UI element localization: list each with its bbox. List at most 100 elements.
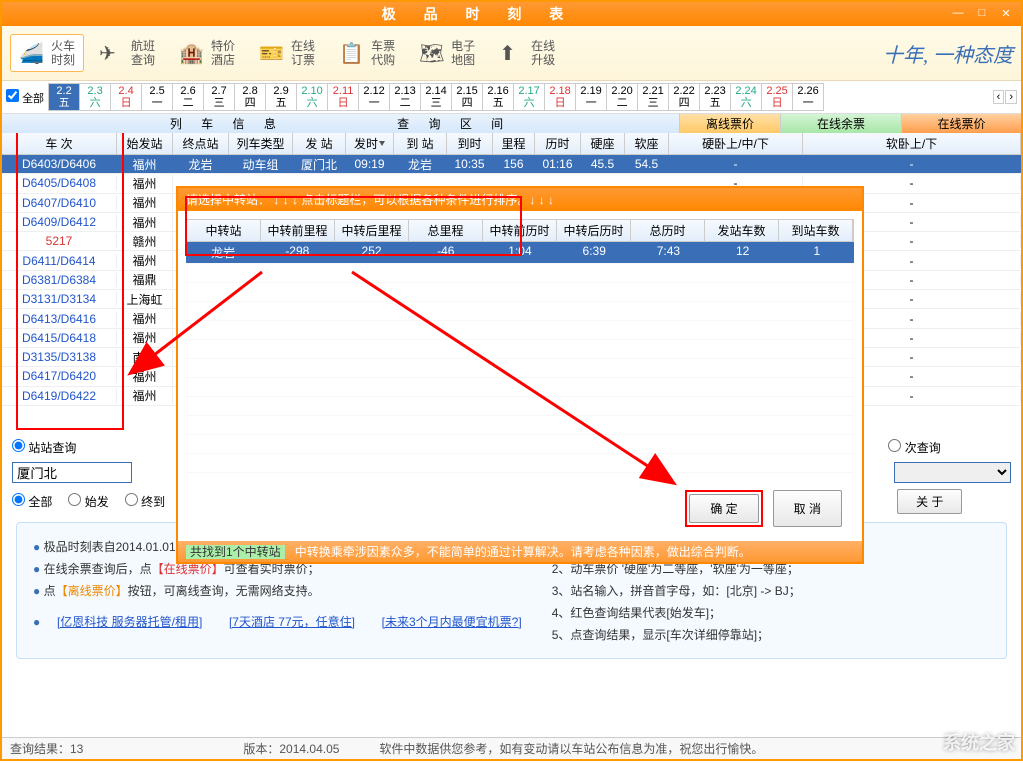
- station-query-radio[interactable]: 站站查询: [12, 439, 76, 456]
- col-to[interactable]: 终点站: [173, 133, 229, 154]
- tool-icon: 🏨: [179, 41, 207, 65]
- modal-col[interactable]: 中转后里程: [335, 220, 409, 241]
- date-cell[interactable]: 2.11日: [327, 83, 359, 111]
- modal-col[interactable]: 总历时: [631, 220, 705, 241]
- modal-col[interactable]: 中转前历时: [483, 220, 557, 241]
- train-query-radio[interactable]: 次查询: [888, 439, 940, 456]
- modal-cell[interactable]: 6:39: [557, 242, 631, 263]
- date-cell[interactable]: 2.4日: [110, 83, 142, 111]
- date-cell[interactable]: 2.17六: [513, 83, 545, 111]
- section-header: 列 车 信 息 查 询 区 间 离线票价 在线余票 在线票价: [2, 114, 1021, 133]
- date-cell[interactable]: 2.13二: [389, 83, 421, 111]
- date-cell[interactable]: 2.16五: [482, 83, 514, 111]
- date-cell[interactable]: 2.12一: [358, 83, 390, 111]
- col-sleep[interactable]: 硬卧上/中/下: [669, 133, 803, 154]
- status-bar: 查询结果：13 版本：2014.04.05 软件中数据供您参考，如有变动请以车站…: [2, 737, 1021, 759]
- status-result: 查询结果：13: [10, 740, 83, 757]
- modal-col[interactable]: 中转前里程: [261, 220, 335, 241]
- offline-price-button[interactable]: 离线票价: [680, 114, 781, 133]
- col-hs[interactable]: 硬座: [581, 133, 625, 154]
- date-cell[interactable]: 2.24六: [730, 83, 762, 111]
- modal-footer: 共找到1个中转站 中转换乘牵涉因素众多，不能简单的通过计算解决。请考虑各种因素，…: [178, 541, 862, 562]
- modal-cell[interactable]: -298: [260, 242, 334, 263]
- modal-col[interactable]: 发站车数: [705, 220, 779, 241]
- status-version: 版本：2014.04.05: [243, 740, 339, 757]
- modal-col[interactable]: 中转后历时: [557, 220, 631, 241]
- tool-icon: 🗺: [419, 41, 447, 65]
- link-flight[interactable]: [未来3个月内最便宜机票?]: [382, 615, 522, 629]
- date-cell[interactable]: 2.25日: [761, 83, 793, 111]
- date-cell[interactable]: 2.19一: [575, 83, 607, 111]
- col-dep[interactable]: 发 站: [293, 133, 346, 154]
- all-dates-checkbox[interactable]: 全部: [6, 89, 44, 106]
- filter-all-radio[interactable]: 全部: [12, 493, 52, 510]
- modal-cell[interactable]: 252: [334, 242, 408, 263]
- slogan: 十年, 一种态度: [883, 39, 1013, 68]
- minimize-button[interactable]: —: [949, 7, 967, 21]
- date-cell[interactable]: 2.14三: [420, 83, 452, 111]
- filter-end-radio[interactable]: 终到: [125, 493, 165, 510]
- date-prev[interactable]: ‹: [993, 90, 1005, 104]
- station-input[interactable]: [12, 462, 132, 483]
- filter-start-radio[interactable]: 始发: [68, 493, 108, 510]
- date-cell[interactable]: 2.7三: [203, 83, 235, 111]
- toolbar-航班[interactable]: ✈航班查询: [90, 34, 164, 72]
- date-next[interactable]: ›: [1005, 90, 1017, 104]
- date-cell[interactable]: 2.22四: [668, 83, 700, 111]
- date-cell[interactable]: 2.23五: [699, 83, 731, 111]
- col-type[interactable]: 列车类型: [229, 133, 293, 154]
- toolbar-火车[interactable]: 🚄火车时刻: [10, 34, 84, 72]
- table-row[interactable]: D6403/D6406福州龙岩动车组厦门北09:19龙岩10:3515601:1…: [2, 155, 1021, 174]
- col-dept[interactable]: 发时: [346, 133, 394, 154]
- maximize-button[interactable]: □: [973, 7, 991, 21]
- modal-cancel-button[interactable]: 取 消: [773, 490, 842, 527]
- date-cell[interactable]: 2.5一: [141, 83, 173, 111]
- modal-cell[interactable]: 龙岩: [186, 242, 260, 263]
- date-cell[interactable]: 2.8四: [234, 83, 266, 111]
- col-arr[interactable]: 到 站: [394, 133, 447, 154]
- date-cell[interactable]: 2.3六: [79, 83, 111, 111]
- date-cell[interactable]: 2.6二: [172, 83, 204, 111]
- sort-desc-icon: [379, 141, 385, 146]
- close-button[interactable]: ✕: [997, 7, 1015, 21]
- modal-cell[interactable]: 7:43: [631, 242, 705, 263]
- online-remain-button[interactable]: 在线余票: [781, 114, 902, 133]
- date-cell[interactable]: 2.9五: [265, 83, 297, 111]
- info-line: 点【离线票价】按钮，可离线查询，无需网络支持。: [33, 582, 522, 599]
- date-cell[interactable]: 2.26一: [792, 83, 824, 111]
- date-cell[interactable]: 2.10六: [296, 83, 328, 111]
- toolbar-在线[interactable]: 🎫在线订票: [250, 34, 324, 72]
- toolbar-车票[interactable]: 📋车票代购: [330, 34, 404, 72]
- app-title: 极 品 时 刻 表: [8, 4, 949, 24]
- about-button[interactable]: 关 于: [897, 489, 962, 514]
- col-soft[interactable]: 软卧上/下: [803, 133, 1021, 154]
- col-arrt[interactable]: 到时: [447, 133, 493, 154]
- date-cell[interactable]: 2.18日: [544, 83, 576, 111]
- modal-col[interactable]: 到站车数: [779, 220, 853, 241]
- modal-col[interactable]: 总里程: [409, 220, 483, 241]
- toolbar-电子[interactable]: 🗺电子地图: [410, 34, 484, 72]
- link-hotel[interactable]: [7天酒店 77元，任意住]: [229, 615, 355, 629]
- modal-col[interactable]: 中转站: [187, 220, 261, 241]
- online-price-button[interactable]: 在线票价: [902, 114, 1021, 133]
- tool-icon: ⬆: [499, 41, 527, 65]
- date-cell[interactable]: 2.2五: [48, 83, 80, 111]
- date-cell[interactable]: 2.21三: [637, 83, 669, 111]
- modal-cell[interactable]: 1:04: [483, 242, 557, 263]
- col-dist[interactable]: 里程: [493, 133, 535, 154]
- link-hosting[interactable]: [亿恩科技 服务器托管/租用]: [57, 615, 202, 629]
- col-ss[interactable]: 软座: [625, 133, 669, 154]
- date-bar: 全部 2.2五2.3六2.4日2.5一2.6二2.7三2.8四2.9五2.10六…: [2, 81, 1021, 114]
- col-from[interactable]: 始发站: [117, 133, 173, 154]
- modal-cell[interactable]: -46: [409, 242, 483, 263]
- train-select[interactable]: [894, 462, 1011, 483]
- col-train[interactable]: 车 次: [2, 133, 117, 154]
- modal-ok-button[interactable]: 确 定: [689, 494, 758, 523]
- date-cell[interactable]: 2.15四: [451, 83, 483, 111]
- col-dur[interactable]: 历时: [535, 133, 581, 154]
- modal-cell[interactable]: 1: [780, 242, 854, 263]
- toolbar-在线[interactable]: ⬆在线升级: [490, 34, 564, 72]
- date-cell[interactable]: 2.20二: [606, 83, 638, 111]
- toolbar-特价[interactable]: 🏨特价酒店: [170, 34, 244, 72]
- modal-cell[interactable]: 12: [706, 242, 780, 263]
